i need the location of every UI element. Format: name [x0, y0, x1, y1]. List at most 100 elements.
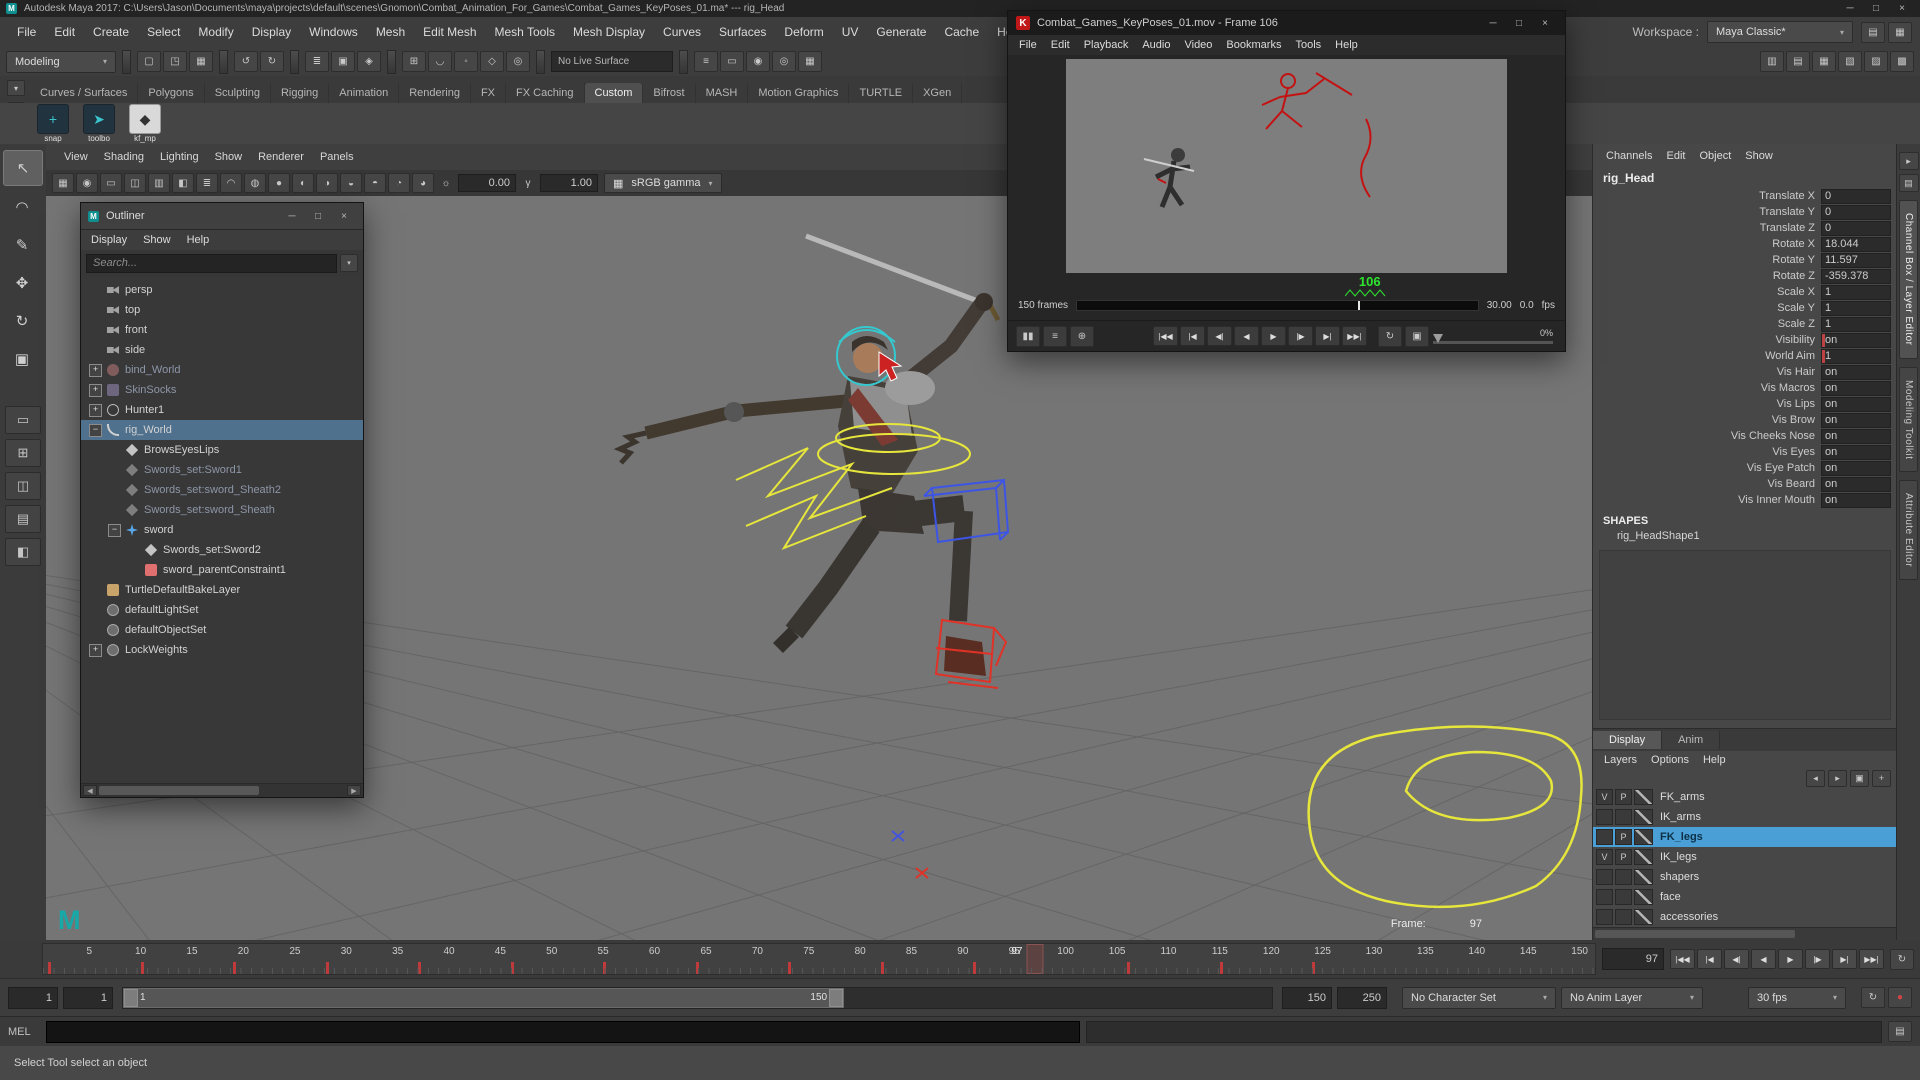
menu-item[interactable]: Modify [189, 25, 242, 39]
panel-menu-item[interactable]: Shading [96, 151, 152, 163]
shelf-tab[interactable]: Curves / Surfaces [30, 83, 138, 103]
shelf-tab-menu-icon[interactable]: ▾ [7, 80, 25, 96]
auto-key-icon[interactable]: ● [1888, 987, 1912, 1008]
go-to-end-button[interactable]: ▶▶| [1342, 326, 1367, 346]
layer-visibility-toggle[interactable]: V [1596, 849, 1613, 865]
statusline-collapse-handle[interactable] [536, 50, 545, 74]
make-live-icon[interactable]: ◎ [506, 51, 530, 72]
step-back-frame-button[interactable]: ◀| [1724, 949, 1749, 969]
collapse-panel-icon[interactable]: ▸ [1899, 152, 1919, 170]
channel-row[interactable]: Translate Z 0 [1593, 220, 1897, 236]
minimize-button[interactable]: ─ [280, 208, 304, 225]
display-layer-row[interactable]: face [1593, 887, 1897, 907]
timeline-ruler[interactable]: 5101520253035404550556065707580859095100… [42, 943, 1596, 975]
shelf-tab[interactable]: MASH [696, 83, 749, 103]
step-forward-key-button[interactable]: ▶| [1832, 949, 1857, 969]
outliner-item[interactable]: + SkinSocks [81, 380, 363, 400]
channel-value-field[interactable]: 0 [1821, 205, 1891, 220]
outliner-item[interactable]: side [81, 340, 363, 360]
layer-playback-toggle[interactable] [1615, 869, 1632, 885]
playback-range-bar[interactable]: 1 150 [123, 988, 844, 1008]
isolate-select-icon[interactable]: ◕ [412, 173, 434, 193]
layer-playback-toggle[interactable]: P [1615, 789, 1632, 805]
channel-row[interactable]: World Aim 1 [1593, 348, 1897, 364]
outliner-item[interactable]: top [81, 300, 363, 320]
menu-item[interactable]: Display [243, 25, 300, 39]
step-back-key-button[interactable]: |◀ [1180, 326, 1205, 346]
channel-row[interactable]: Visibility on [1593, 332, 1897, 348]
video-display-area[interactable] [1066, 59, 1507, 273]
player-title-bar[interactable]: K Combat_Games_KeyPoses_01.mov - Frame 1… [1008, 11, 1565, 35]
layer-playback-toggle[interactable]: P [1615, 849, 1632, 865]
panel-menu-item[interactable]: View [56, 151, 96, 163]
smooth-shade-icon[interactable]: ● [268, 173, 290, 193]
select-hierarchy-icon[interactable]: ≣ [305, 51, 329, 72]
playback-end-field[interactable]: 150 [1282, 987, 1332, 1009]
snap-to-grid-icon[interactable]: ⊞ [402, 51, 426, 72]
undo-icon[interactable]: ↺ [234, 51, 258, 72]
outliner-item[interactable]: − rig_World [81, 420, 363, 440]
wireframe-icon[interactable]: ◍ [244, 173, 266, 193]
layout-single-pane-button[interactable]: ▭ [5, 406, 41, 434]
toggle-outliner-icon[interactable]: ▨ [1864, 51, 1888, 72]
step-back-key-button[interactable]: |◀ [1697, 949, 1722, 969]
command-input-field[interactable] [46, 1021, 1080, 1043]
channel-row[interactable]: Vis Eye Patch on [1593, 460, 1897, 476]
layer-visibility-toggle[interactable] [1596, 889, 1613, 905]
toggle-channel-box-icon[interactable]: ▦ [1812, 51, 1836, 72]
snap-to-point-icon[interactable]: ◦ [454, 51, 478, 72]
current-time-marker[interactable]: 97 [1026, 944, 1043, 974]
gate-mask-icon[interactable]: ▥ [148, 173, 170, 193]
minimize-button[interactable]: ─ [1838, 1, 1862, 16]
scrollbar-thumb[interactable] [1595, 930, 1795, 938]
select-tool[interactable]: ↖ [3, 150, 43, 186]
outliner-item[interactable]: − sword [81, 520, 363, 540]
layer-editor-tab[interactable]: Display [1593, 731, 1662, 749]
move-layer-down-icon[interactable]: ▸ [1828, 770, 1847, 787]
playback-options-icon[interactable]: ↻ [1861, 987, 1885, 1008]
channel-row[interactable]: Rotate X 18.044 [1593, 236, 1897, 252]
play-forwards-button[interactable]: ▶ [1778, 949, 1803, 969]
ipr-render-icon[interactable]: ◎ [772, 51, 796, 72]
outliner-menu-item[interactable]: Show [135, 234, 179, 246]
render-settings-icon[interactable]: ▦ [798, 51, 822, 72]
shelf-tab[interactable]: Rendering [399, 83, 471, 103]
workspace-save-icon[interactable]: ▤ [1861, 22, 1885, 43]
range-slider-track[interactable]: 1 150 [122, 987, 1273, 1009]
playhead-marker[interactable] [1358, 301, 1360, 310]
playback-start-field[interactable]: 1 [63, 987, 113, 1009]
range-handle-right[interactable] [829, 989, 843, 1007]
layer-visibility-toggle[interactable] [1596, 909, 1613, 925]
shelf-tab[interactable]: FX Caching [506, 83, 584, 103]
layer-display-type-swatch[interactable] [1634, 869, 1653, 885]
display-layer-row[interactable]: IK_arms [1593, 807, 1897, 827]
layout-three-pane-button[interactable]: ▤ [5, 505, 41, 533]
menu-item[interactable]: Cache [935, 25, 988, 39]
panel-menu-item[interactable]: Panels [312, 151, 362, 163]
expand-toggle-icon[interactable]: + [89, 404, 102, 417]
outliner-item[interactable]: persp [81, 280, 363, 300]
motion-blur-icon[interactable]: ◔ [388, 173, 410, 193]
display-layer-row[interactable]: V P IK_legs [1593, 847, 1897, 867]
layout-four-pane-button[interactable]: ⊞ [5, 439, 41, 467]
expand-toggle-icon[interactable]: + [89, 644, 102, 657]
channel-box-menu-item[interactable]: Object [1692, 150, 1738, 162]
statusline-collapse-handle[interactable] [219, 50, 228, 74]
menu-item[interactable]: Edit [45, 25, 84, 39]
scale-tool[interactable]: ▣ [3, 342, 41, 376]
channel-row[interactable]: Vis Hair on [1593, 364, 1897, 380]
shelf-tab[interactable]: Custom [585, 83, 644, 103]
render-view-icon[interactable]: ▭ [720, 51, 744, 72]
use-all-lights-icon[interactable]: ◑ [316, 173, 338, 193]
shelf-button[interactable]: ➤ toolbo [80, 104, 118, 143]
toggle-hypershade-icon[interactable]: ▩ [1890, 51, 1914, 72]
selected-node-name[interactable]: rig_Head [1593, 168, 1897, 188]
channel-value-field[interactable]: 1 [1821, 317, 1891, 332]
panel-options-icon[interactable]: ▤ [1899, 174, 1919, 192]
go-to-start-button[interactable]: |◀◀ [1153, 326, 1178, 346]
menu-item[interactable]: Mesh [367, 25, 414, 39]
resolution-gate-icon[interactable]: ◫ [124, 173, 146, 193]
channel-value-field[interactable]: on [1821, 397, 1891, 412]
layer-display-type-swatch[interactable] [1634, 829, 1653, 845]
layer-playback-toggle[interactable] [1615, 909, 1632, 925]
